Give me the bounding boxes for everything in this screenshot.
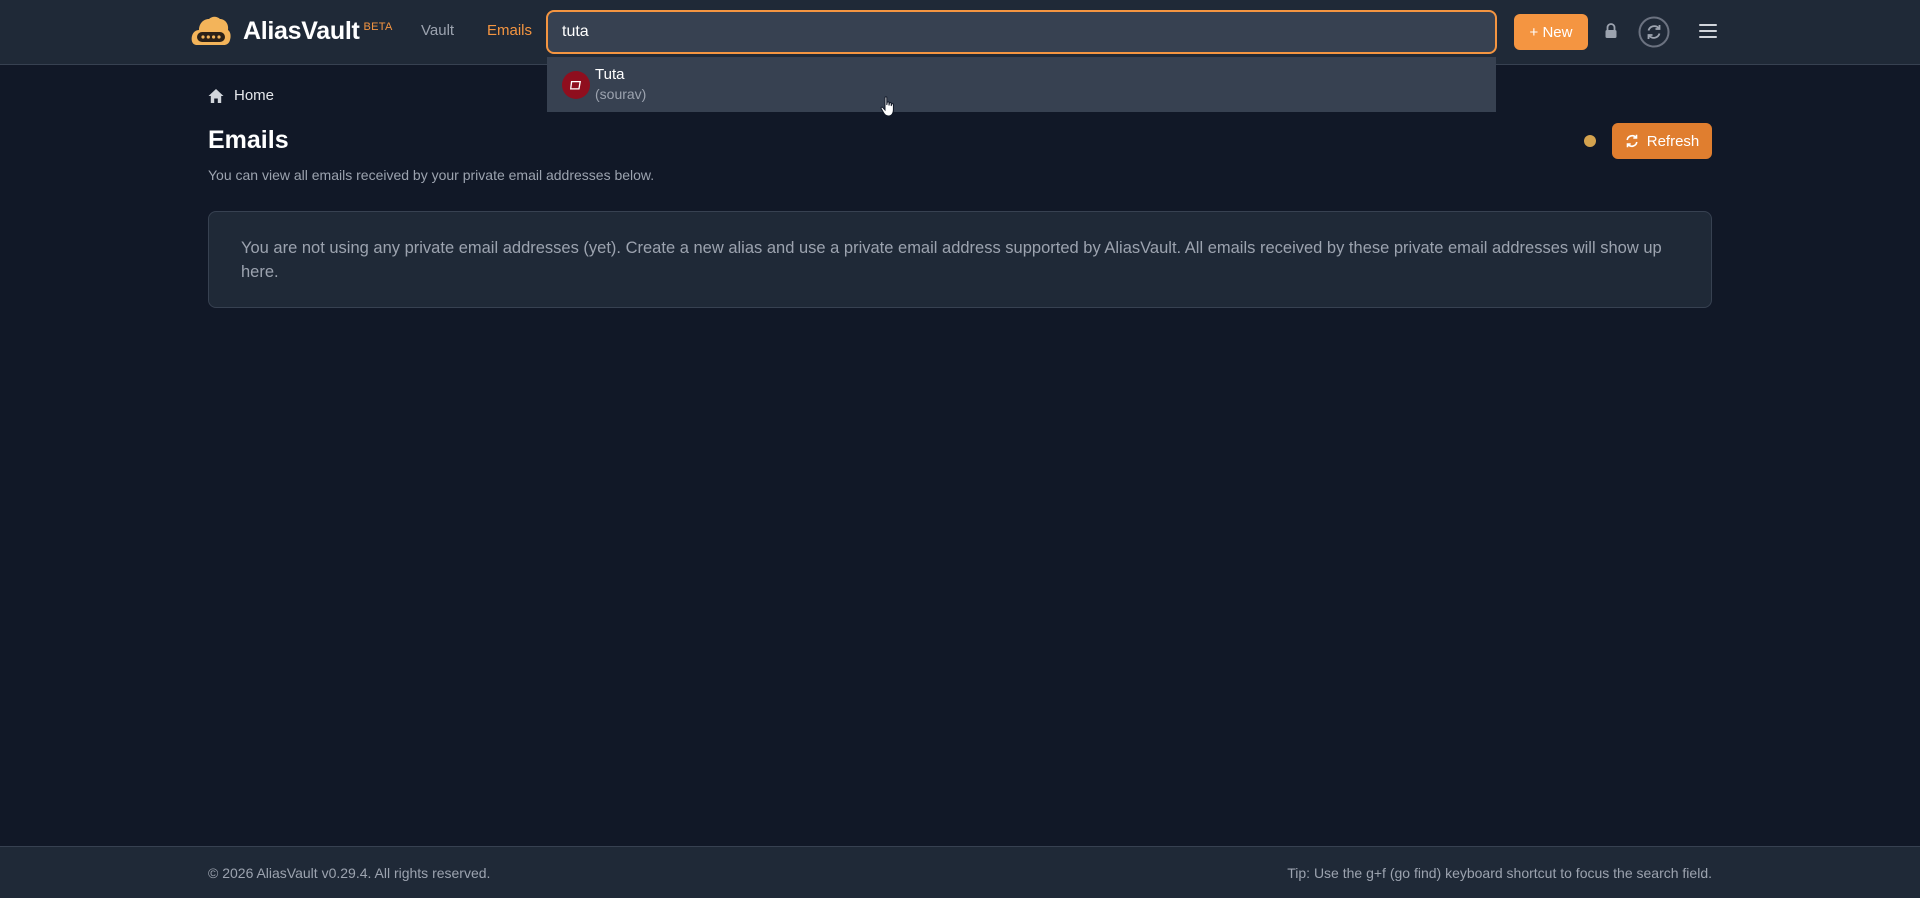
search-input[interactable] (546, 10, 1497, 54)
home-icon[interactable] (208, 88, 224, 104)
refresh-button[interactable]: Refresh (1612, 123, 1712, 159)
tuta-logo-icon (562, 71, 590, 99)
search-result-username: (sourav) (595, 86, 647, 102)
keyboard-tip: Tip: Use the g+f (go find) keyboard shor… (1287, 865, 1712, 881)
search-result-name: Tuta (595, 66, 625, 83)
new-item-button[interactable]: + New (1514, 14, 1588, 50)
search-results-dropdown: Tuta (sourav) (547, 57, 1496, 112)
status-indicator (1584, 135, 1596, 147)
empty-state-notice: You are not using any private email addr… (208, 211, 1712, 308)
lock-icon[interactable] (1604, 23, 1618, 44)
search-result-item[interactable]: Tuta (sourav) (547, 57, 1496, 112)
nav-emails[interactable]: Emails (487, 22, 532, 39)
nav-vault[interactable]: Vault (421, 22, 454, 39)
breadcrumb: Home (208, 87, 274, 104)
page-subtitle: You can view all emails received by your… (208, 167, 655, 183)
top-navbar: AliasVault BETA Vault Emails + New (0, 0, 1920, 65)
copyright-text: © 2026 AliasVault v0.29.4. All rights re… (208, 865, 491, 881)
menu-icon[interactable] (1699, 23, 1717, 44)
sync-status-icon[interactable] (1638, 16, 1670, 53)
refresh-icon (1626, 134, 1638, 148)
beta-badge: BETA (363, 21, 393, 33)
brand-name: AliasVault (243, 16, 360, 45)
footer: © 2026 AliasVault v0.29.4. All rights re… (0, 846, 1920, 898)
hand-cursor-icon (880, 96, 894, 117)
aliasvault-logo-icon (191, 16, 231, 45)
refresh-label: Refresh (1646, 132, 1700, 150)
page-title: Emails (208, 126, 289, 154)
breadcrumb-home[interactable]: Home (234, 87, 274, 104)
logo[interactable]: AliasVault BETA (191, 15, 393, 47)
